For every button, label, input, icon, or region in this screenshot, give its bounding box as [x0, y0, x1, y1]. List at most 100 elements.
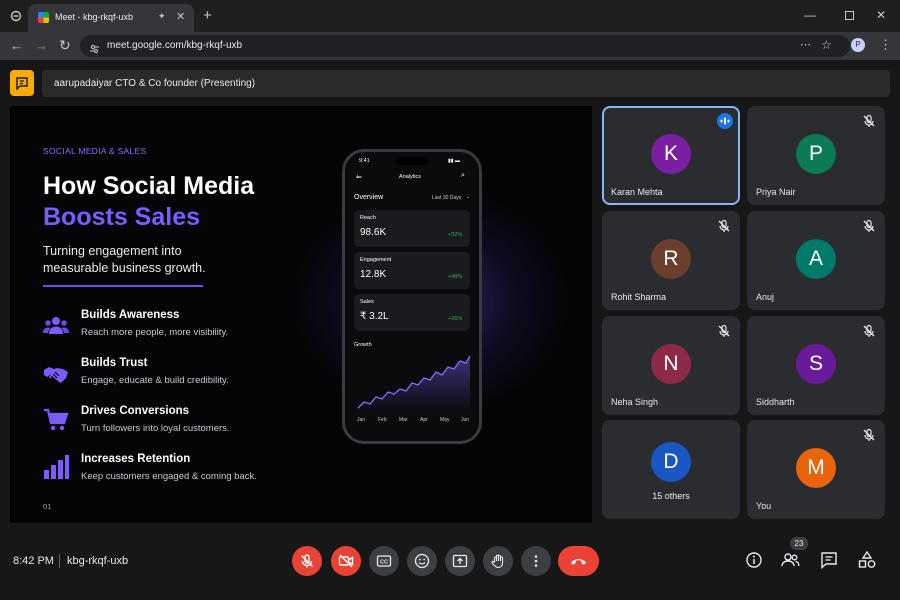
participant-tile[interactable]: D 15 others: [602, 420, 740, 519]
browser-tab-strip: Meet - kbg-rkqf-uxb ✦ ✕ + — ✕: [0, 0, 900, 32]
others-count: 15 others: [652, 491, 690, 501]
site-info-icon[interactable]: [90, 41, 99, 54]
feature-desc: Turn followers into loyal customers.: [81, 423, 230, 434]
present-button[interactable]: [445, 546, 475, 576]
browser-menu-icon[interactable]: ⋮: [879, 38, 892, 51]
participant-name: Karan Mehta: [611, 187, 663, 197]
people-count-badge: 23: [790, 537, 808, 550]
participant-tile[interactable]: R Rohit Sharma: [602, 211, 740, 310]
participant-tile[interactable]: N Neha Singh: [602, 316, 740, 415]
phone-stat-card: Reach 98.6K +32%: [354, 210, 470, 247]
presenting-label: aarupadaiyar CTO & Co founder (Presentin…: [54, 78, 256, 89]
speaking-indicator-icon: [717, 113, 733, 129]
slide-title-line1: How Social Media: [43, 172, 255, 200]
feature-title: Builds Trust: [81, 357, 148, 369]
more-options-button[interactable]: [521, 546, 551, 576]
feature-desc: Reach more people, more visibility.: [81, 327, 229, 338]
people-icon: [43, 317, 69, 334]
participant-name: Rohit Sharma: [611, 292, 667, 302]
tab-search-icon[interactable]: [10, 10, 22, 24]
browser-tab[interactable]: Meet - kbg-rkqf-uxb ✦ ✕: [28, 4, 194, 32]
participant-tile[interactable]: S Siddharth: [747, 316, 885, 415]
url-text: meet.google.com/kbg-rkqf-uxb: [107, 40, 243, 51]
meet-favicon: [38, 12, 49, 23]
presenting-banner: aarupadaiyar CTO & Co founder (Presentin…: [42, 70, 890, 97]
phone-stat-card: Engagement 12.8K +48%: [354, 252, 470, 289]
phone-status-icons: ▮▮ ▬: [448, 158, 460, 164]
mic-off-icon: [300, 554, 314, 568]
leave-call-button[interactable]: [558, 546, 599, 576]
camera-toggle-button[interactable]: [331, 546, 361, 576]
emoji-icon: [414, 553, 430, 569]
bottom-divider: [59, 554, 60, 568]
stat-value: ₹ 3.2L: [360, 311, 389, 322]
phone-search-icon: ⌕: [461, 172, 465, 179]
month-label: Jun: [461, 417, 470, 423]
chat-button[interactable]: [818, 549, 840, 571]
camera-off-icon: [338, 554, 354, 568]
phone-notch: [395, 157, 429, 165]
restore-icon[interactable]: [845, 11, 854, 20]
avatar: M: [796, 448, 836, 488]
stat-label: Engagement: [360, 257, 392, 263]
meeting-time: 8:42 PM: [13, 555, 54, 567]
stat-label: Reach: [360, 215, 376, 221]
month-axis: Jan Feb Mar Apr May Jun: [354, 417, 472, 425]
cart-icon: [44, 408, 69, 431]
svg-text:CC: CC: [380, 560, 388, 566]
captions-button[interactable]: CC: [369, 546, 399, 576]
participant-tile-self[interactable]: M You: [747, 420, 885, 519]
mic-off-icon: [863, 114, 875, 127]
chat-icon: [821, 552, 837, 570]
participant-tile[interactable]: P Priya Nair: [747, 106, 885, 205]
month-label: Mar: [399, 417, 408, 423]
minimize-icon[interactable]: —: [804, 9, 816, 21]
avatar: K: [651, 134, 691, 174]
audio-playing-icon: ✦: [158, 11, 166, 21]
stat-value: 12.8K: [360, 269, 387, 280]
tab-title: Meet - kbg-rkqf-uxb: [55, 12, 134, 22]
close-window-icon[interactable]: ✕: [876, 9, 886, 21]
call-end-icon: [571, 559, 586, 565]
phone-growth-label: Growth: [354, 342, 372, 348]
forward-icon[interactable]: →: [35, 39, 48, 52]
phone-header: Analytics: [399, 174, 422, 180]
reactions-button[interactable]: [407, 546, 437, 576]
more-page-icon[interactable]: ⋯: [800, 38, 811, 51]
participant-name: Siddharth: [756, 397, 795, 407]
participant-tile[interactable]: K Karan Mehta: [602, 106, 740, 205]
raise-hand-button[interactable]: [483, 546, 513, 576]
participant-tile[interactable]: A Anuj: [747, 211, 885, 310]
feature-desc: Keep customers engaged & coming back.: [81, 471, 257, 482]
mic-toggle-button[interactable]: [292, 546, 322, 576]
avatar: S: [796, 344, 836, 384]
meeting-code: kbg-rkqf-uxb: [67, 555, 129, 567]
new-tab-icon[interactable]: +: [203, 8, 212, 23]
reload-icon[interactable]: ↻: [59, 38, 71, 52]
participant-name: You: [756, 501, 772, 511]
close-tab-icon[interactable]: ✕: [176, 10, 185, 23]
captions-icon: CC: [376, 555, 392, 567]
meet-page: aarupadaiyar CTO & Co founder (Presentin…: [0, 60, 900, 600]
back-icon[interactable]: ←: [10, 39, 23, 52]
presentation-chat-icon[interactable]: [10, 70, 34, 96]
phone-back-icon: ⇐: [356, 174, 362, 181]
profile-avatar[interactable]: P: [851, 38, 865, 52]
feature-desc: Engage, educate & build credibility.: [81, 375, 229, 386]
address-bar[interactable]: meet.google.com/kbg-rkqf-uxb ⋯ ☆: [80, 35, 850, 57]
avatar: N: [651, 344, 691, 384]
slide-subtitle-line1: Turning engagement into: [43, 244, 182, 258]
participant-name: Neha Singh: [611, 397, 659, 407]
meeting-details-button[interactable]: [743, 549, 765, 571]
bookmark-star-icon[interactable]: ☆: [821, 38, 832, 52]
feature-title: Increases Retention: [81, 453, 191, 465]
growth-line-chart: [357, 355, 471, 412]
bar-chart-icon: [44, 455, 69, 479]
phone-range-chevron-icon: ⌄: [466, 194, 471, 200]
activities-button[interactable]: [856, 549, 878, 571]
present-screen-icon: [452, 554, 468, 568]
month-label: Feb: [378, 417, 387, 423]
feature-title: Drives Conversions: [81, 405, 190, 417]
people-button[interactable]: [779, 549, 801, 571]
slide-subtitle-line2: measurable business growth.: [43, 261, 206, 275]
